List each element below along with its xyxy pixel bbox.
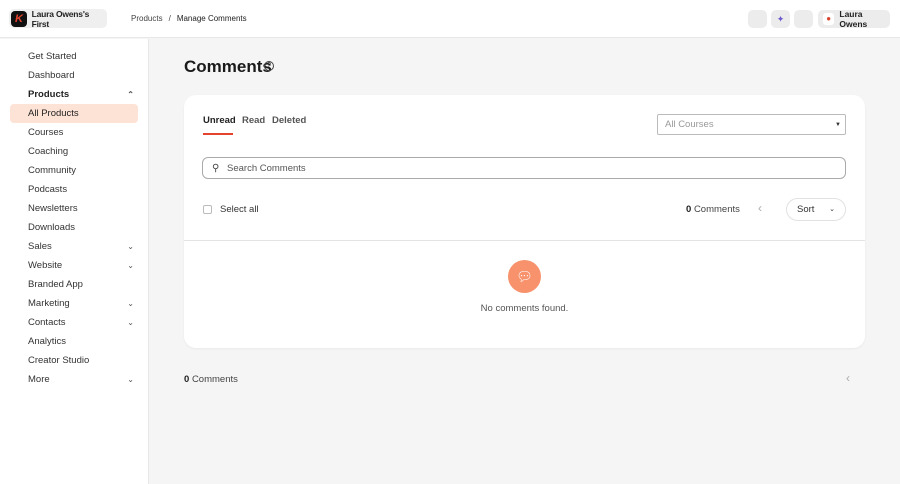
- count-value: 0: [686, 204, 692, 215]
- dropdown-arrow-icon: ▼: [835, 122, 841, 128]
- sidebar-item-label: Sales: [28, 241, 52, 252]
- sidebar-item-label: Get Started: [28, 51, 77, 62]
- sidebar-item-label: All Products: [28, 108, 79, 119]
- help-icon[interactable]: ?: [264, 61, 274, 71]
- sort-button[interactable]: Sort ⌄: [786, 198, 846, 221]
- sidebar-item-marketing[interactable]: Marketing ⌄: [10, 294, 138, 313]
- sidebar-item-downloads[interactable]: Downloads: [10, 218, 138, 237]
- toolbar-button-3[interactable]: [794, 10, 813, 28]
- bottom-comment-count: 0 Comments: [184, 374, 238, 385]
- active-tab-indicator: [203, 133, 233, 135]
- sidebar-item-label: Marketing: [28, 298, 70, 309]
- sidebar-item-more[interactable]: More ⌄: [10, 370, 138, 389]
- breadcrumb: Products / Manage Comments: [131, 14, 247, 23]
- search-input[interactable]: ⚲ Search Comments: [202, 157, 846, 179]
- comments-card: Unread Read Deleted All Courses ▼ ⚲ Search…: [184, 95, 865, 348]
- chevron-down-icon: ⌄: [127, 318, 134, 327]
- sort-label: Sort: [797, 204, 815, 215]
- sidebar-item-newsletters[interactable]: Newsletters: [10, 199, 138, 218]
- course-filter-value: All Courses: [665, 119, 714, 130]
- bottom-previous-page-icon[interactable]: ‹: [846, 371, 850, 385]
- sidebar-item-label: Newsletters: [28, 203, 78, 214]
- chevron-down-icon: ⌄: [127, 299, 134, 308]
- tab-read[interactable]: Read: [242, 115, 265, 126]
- sidebar-item-get-started[interactable]: Get Started: [10, 47, 138, 66]
- chevron-down-icon: ⌄: [127, 261, 134, 270]
- sidebar-item-podcasts[interactable]: Podcasts: [10, 180, 138, 199]
- sidebar-item-website[interactable]: Website ⌄: [10, 256, 138, 275]
- toolbar-button-1[interactable]: [748, 10, 767, 28]
- sidebar-item-label: Community: [28, 165, 77, 176]
- breadcrumb-products[interactable]: Products: [131, 14, 163, 23]
- page-title: Comments: [184, 57, 272, 76]
- brand-name: Laura Owens's First: [31, 8, 90, 29]
- chevron-down-icon: ⌄: [127, 242, 134, 251]
- divider: [184, 240, 865, 241]
- sidebar-item-products[interactable]: Products ⌃: [10, 85, 138, 104]
- sidebar-item-courses[interactable]: Courses: [10, 123, 138, 142]
- sidebar-item-sales[interactable]: Sales ⌄: [10, 237, 138, 256]
- bottom-count-label: Comments: [191, 374, 238, 385]
- user-icon: ●: [823, 13, 835, 25]
- sidebar-item-label: Courses: [28, 127, 64, 138]
- breadcrumb-current: Manage Comments: [176, 14, 247, 23]
- sidebar-item-label: Products: [28, 89, 70, 100]
- bottom-count-value: 0: [184, 374, 190, 385]
- sidebar-item-label: Branded App: [28, 279, 83, 290]
- sidebar-item-label: Downloads: [28, 222, 75, 233]
- sidebar-item-branded-app[interactable]: Branded App: [10, 275, 138, 294]
- sidebar-item-label: Coaching: [28, 146, 69, 157]
- sidebar-item-label: Analytics: [28, 336, 67, 347]
- sidebar-item-label: Website: [28, 260, 63, 271]
- sidebar-item-coaching[interactable]: Coaching: [10, 142, 138, 161]
- tab-unread[interactable]: Unread: [203, 115, 236, 126]
- sidebar-item-label: Contacts: [28, 317, 66, 328]
- course-filter-select[interactable]: All Courses ▼: [657, 114, 846, 135]
- sidebar-item-contacts[interactable]: Contacts ⌄: [10, 313, 138, 332]
- sidebar-item-all-products[interactable]: All Products: [10, 104, 138, 123]
- magic-wand-button[interactable]: ✦: [771, 10, 790, 28]
- brand-logo: K: [11, 10, 27, 27]
- sidebar-item-dashboard[interactable]: Dashboard: [10, 66, 138, 85]
- sidebar-item-creator-studio[interactable]: Creator Studio: [10, 351, 138, 370]
- sidebar: Get Started Dashboard Products ⌃ All Product…: [0, 39, 149, 484]
- tab-deleted[interactable]: Deleted: [272, 115, 306, 126]
- sidebar-item-label: More: [28, 374, 50, 385]
- user-name: Laura Owens: [839, 9, 868, 29]
- sidebar-item-label: Creator Studio: [28, 355, 90, 366]
- select-all-checkbox[interactable]: [203, 205, 212, 214]
- sidebar-item-label: Dashboard: [28, 70, 75, 81]
- chevron-down-icon: ⌄: [127, 375, 134, 384]
- sidebar-item-label: Podcasts: [28, 184, 68, 195]
- select-all-label[interactable]: Select all: [220, 204, 259, 215]
- chevron-down-icon: ⌄: [829, 206, 835, 213]
- sidebar-item-community[interactable]: Community: [10, 161, 138, 180]
- wand-icon: ✦: [776, 14, 785, 24]
- search-icon: ⚲: [212, 163, 220, 174]
- empty-state-text: No comments found.: [480, 303, 569, 314]
- workspace-switcher[interactable]: K Laura Owens's First: [9, 8, 107, 29]
- top-bar: K Laura Owens's First Products / Manage …: [0, 0, 900, 38]
- chevron-up-icon: ⌃: [127, 90, 134, 99]
- breadcrumb-separator: /: [168, 14, 171, 23]
- user-menu[interactable]: ● Laura Owens: [818, 9, 890, 29]
- sidebar-item-analytics[interactable]: Analytics: [10, 332, 138, 351]
- comment-count: 0 Comments: [686, 204, 740, 215]
- count-label: Comments: [693, 204, 740, 215]
- comment-bubble-icon: 💬︎: [508, 260, 541, 293]
- search-placeholder: Search Comments: [227, 163, 306, 174]
- previous-page-icon[interactable]: ‹: [758, 201, 762, 215]
